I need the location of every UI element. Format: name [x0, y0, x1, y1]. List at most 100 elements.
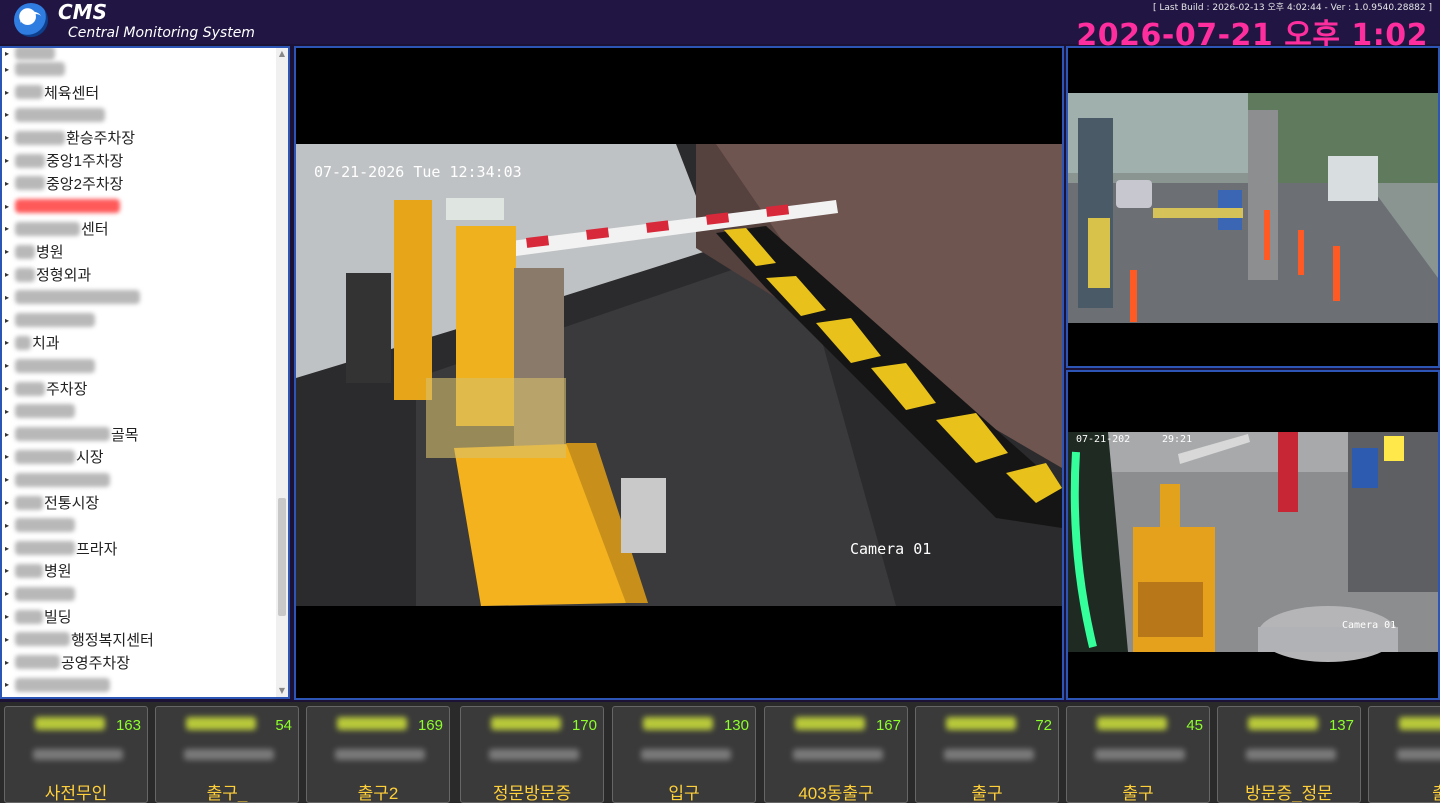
expand-arrow-icon[interactable]: ▸: [5, 88, 13, 97]
gate-label: 사전무인: [44, 784, 108, 803]
expand-arrow-icon[interactable]: ▸: [5, 133, 13, 142]
expand-arrow-icon[interactable]: ▸: [5, 179, 13, 188]
scroll-thumb[interactable]: [278, 498, 286, 616]
redacted-name: [15, 335, 31, 350]
tree-item[interactable]: ▸: [2, 468, 278, 491]
expand-arrow-icon[interactable]: ▸: [5, 361, 13, 370]
expand-arrow-icon[interactable]: ▸: [5, 475, 13, 484]
tree-item[interactable]: ▸ 중앙1주차장: [2, 149, 278, 172]
expand-arrow-icon[interactable]: ▸: [5, 407, 13, 416]
expand-arrow-icon[interactable]: ▸: [5, 156, 13, 165]
redacted-site-name: [186, 717, 256, 730]
camera-right-top-view[interactable]: [1066, 46, 1440, 368]
expand-arrow-icon[interactable]: ▸: [5, 49, 13, 58]
site-tree-list[interactable]: ▸ ▸ ▸ 체육센터 ▸ ▸ 환승주차장 ▸ 중앙1주차장 ▸ 중앙2주차장 ▸ ▸ 센터 ▸ 병원 ▸ 정형외과…: [2, 48, 278, 696]
tree-item[interactable]: ▸: [2, 48, 278, 60]
tree-item-label: 행정복지센터: [71, 631, 154, 649]
gate-card[interactable]: 167 403동출구: [764, 706, 908, 803]
gate-count: 169: [417, 717, 443, 734]
expand-arrow-icon[interactable]: ▸: [5, 452, 13, 461]
expand-arrow-icon[interactable]: ▸: [5, 338, 13, 347]
gate-card[interactable]: 130 입구: [612, 706, 756, 803]
gate-count: 54: [275, 717, 292, 734]
tree-item[interactable]: ▸ 중앙2주차장: [2, 172, 278, 195]
tree-item[interactable]: ▸: [2, 309, 278, 332]
redacted-name: [15, 655, 60, 670]
scroll-down-icon[interactable]: ▼: [276, 685, 288, 697]
gate-card[interactable]: 72 출구: [915, 706, 1059, 803]
tree-item[interactable]: ▸ 환승주차장: [2, 126, 278, 149]
redacted-name: [15, 130, 65, 145]
tree-item[interactable]: ▸: [2, 104, 278, 127]
expand-arrow-icon[interactable]: ▸: [5, 566, 13, 575]
gate-count: 163: [115, 717, 141, 734]
tree-item[interactable]: ▸ 공영주차장: [2, 651, 278, 674]
expand-arrow-icon[interactable]: ▸: [5, 635, 13, 644]
gate-count: 45: [1186, 717, 1203, 734]
tree-item[interactable]: ▸: [2, 582, 278, 605]
tree-item[interactable]: ▸ 병원: [2, 560, 278, 583]
expand-arrow-icon[interactable]: ▸: [5, 293, 13, 302]
tree-item[interactable]: ▸: [2, 58, 278, 81]
expand-arrow-icon[interactable]: ▸: [5, 224, 13, 233]
tree-item[interactable]: ▸: [2, 514, 278, 537]
camera-right-bottom-view[interactable]: 07-21-202 29:21 Camera 01: [1066, 370, 1440, 700]
redacted-name: [15, 267, 35, 282]
tree-item[interactable]: ▸ 행정복지센터: [2, 628, 278, 651]
main-camera-label: Camera 01: [850, 540, 932, 558]
tree-item[interactable]: ▸: [2, 674, 278, 697]
expand-arrow-icon[interactable]: ▸: [5, 544, 13, 553]
expand-arrow-icon[interactable]: ▸: [5, 521, 13, 530]
expand-arrow-icon[interactable]: ▸: [5, 680, 13, 689]
tree-item-label: 환승주차장: [66, 130, 136, 148]
expand-arrow-icon[interactable]: ▸: [5, 384, 13, 393]
scroll-up-icon[interactable]: ▲: [276, 48, 288, 60]
expand-arrow-icon[interactable]: ▸: [5, 110, 13, 119]
tree-item[interactable]: ▸ 체육센터: [2, 81, 278, 104]
site-tree-panel[interactable]: ▸ ▸ ▸ 체육센터 ▸ ▸ 환승주차장 ▸ 중앙1주차장 ▸ 중앙2주차장 ▸ ▸ 센터 ▸ 병원 ▸ 정형외과…: [0, 46, 290, 699]
expand-arrow-icon[interactable]: ▸: [5, 498, 13, 507]
tree-item-label: 중앙1주차장: [46, 153, 124, 171]
tree-item[interactable]: ▸ 빌딩: [2, 605, 278, 628]
expand-arrow-icon[interactable]: ▸: [5, 65, 13, 74]
gate-card[interactable]: 54 출구_: [155, 706, 299, 803]
tree-item[interactable]: ▸: [2, 286, 278, 309]
tree-item-label: 프라자: [76, 540, 118, 558]
app-name: CMS: [58, 0, 107, 24]
tree-item[interactable]: ▸ 센터: [2, 218, 278, 241]
tree-item[interactable]: ▸ 병원: [2, 240, 278, 263]
camera-main-view[interactable]: 07-21-2026 Tue 12:34:03 Camera 01: [294, 46, 1064, 700]
expand-arrow-icon[interactable]: ▸: [5, 658, 13, 667]
tree-item[interactable]: ▸ 프라자: [2, 537, 278, 560]
expand-arrow-icon[interactable]: ▸: [5, 589, 13, 598]
tree-item[interactable]: ▸ 시장: [2, 446, 278, 469]
tree-item-label: 중앙2주차장: [46, 175, 124, 193]
tree-item[interactable]: ▸: [2, 195, 278, 218]
tree-item[interactable]: ▸ 전통시장: [2, 491, 278, 514]
tree-item[interactable]: ▸ 정형외과: [2, 263, 278, 286]
expand-arrow-icon[interactable]: ▸: [5, 247, 13, 256]
expand-arrow-icon[interactable]: ▸: [5, 202, 13, 211]
tree-item[interactable]: ▸: [2, 400, 278, 423]
expand-arrow-icon[interactable]: ▸: [5, 316, 13, 325]
expand-arrow-icon[interactable]: ▸: [5, 612, 13, 621]
gate-card[interactable]: 169 출구2: [306, 706, 450, 803]
tree-item[interactable]: ▸ 치과: [2, 332, 278, 355]
gate-card[interactable]: 45 출구: [1066, 706, 1210, 803]
gate-card[interactable]: 137 방문증_정문: [1217, 706, 1361, 803]
expand-arrow-icon[interactable]: ▸: [5, 270, 13, 279]
tree-item[interactable]: ▸: [2, 354, 278, 377]
gate-card[interactable]: 170 정문방문증: [460, 706, 604, 803]
top-header: CMS Central Monitoring System [ Last Bui…: [0, 0, 1440, 53]
tree-item[interactable]: ▸ 주차장: [2, 377, 278, 400]
redacted-name: [15, 85, 43, 100]
gate-card[interactable]: 9출: [1368, 706, 1440, 803]
redacted-name: [15, 541, 75, 556]
expand-arrow-icon[interactable]: ▸: [5, 430, 13, 439]
tree-item-label: 정형외과: [36, 267, 92, 285]
tree-item[interactable]: ▸ 골목: [2, 423, 278, 446]
tree-item-label: 치과: [32, 335, 60, 353]
gate-card[interactable]: 163 사전무인: [4, 706, 148, 803]
tree-scrollbar[interactable]: ▲ ▼: [276, 48, 288, 697]
redacted-name: [15, 632, 70, 647]
